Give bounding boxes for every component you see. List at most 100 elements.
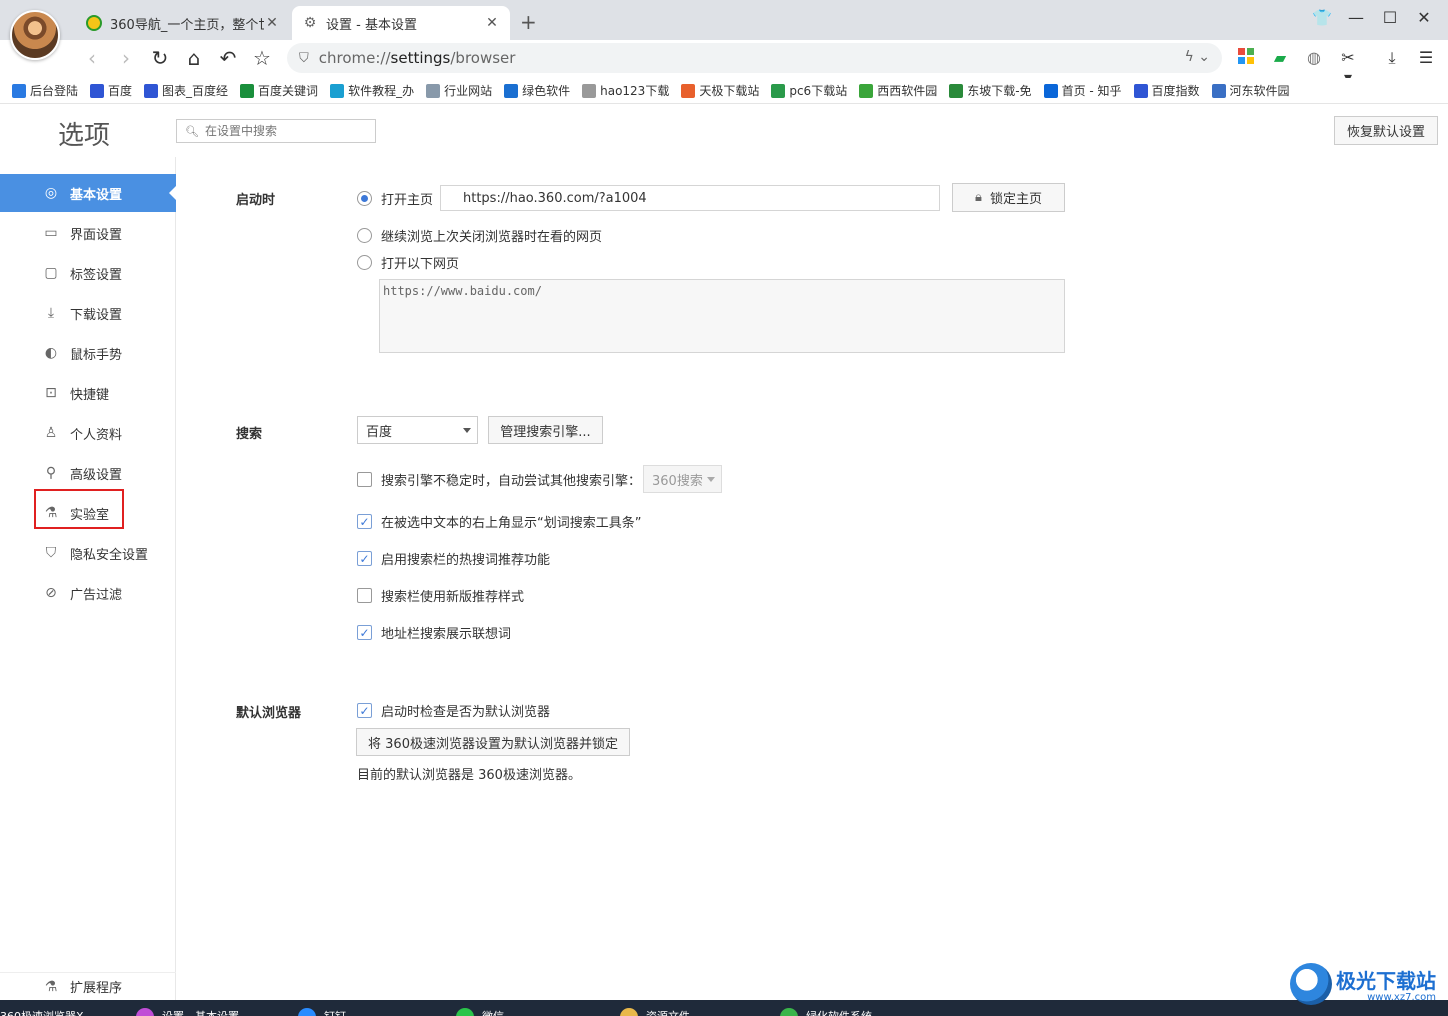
lock-home-label: 锁定主页 [989, 192, 1042, 207]
download-icon[interactable]: ⤓ [1382, 48, 1402, 68]
bookmark-label: 西西软件园 [877, 84, 938, 98]
taskbar-item[interactable]: 微信 [456, 1000, 614, 1016]
bookmark-label: 百度 [108, 84, 133, 98]
taskbar-item-label: 微信 [482, 1008, 504, 1016]
ui-icon: ▭ [44, 225, 58, 241]
bookmark-item[interactable]: 天极下载站 [681, 82, 759, 99]
bookmark-item[interactable]: 绿色软件 [504, 82, 570, 99]
sidebar-item-shortcuts[interactable]: ⊡ 快捷键 [0, 374, 176, 412]
bookmark-label: 河东软件园 [1229, 84, 1290, 98]
taskbar-item[interactable]: 360极速浏览器X [0, 1000, 130, 1016]
bookmark-item[interactable]: 首页 - 知乎 [1043, 82, 1122, 99]
sidebar-item-profile[interactable]: ♙ 个人资料 [0, 414, 176, 452]
window-close-button[interactable]: ✕ [1412, 8, 1436, 27]
sidebar-item-ad-filter[interactable]: ⊘ 广告过滤 [0, 574, 176, 612]
taskbar-item[interactable]: 设置 - 基本设置 [136, 1000, 292, 1016]
home-button[interactable]: ⌂ [180, 44, 208, 72]
settings-search[interactable]: 🔍︎ [176, 119, 376, 143]
bookmark-item[interactable]: pc6下载站 [771, 82, 847, 99]
chevron-down-icon [463, 428, 471, 433]
bookmark-item[interactable]: 后台登陆 [12, 82, 78, 99]
sidebar-item-ui[interactable]: ▭ 界面设置 [0, 214, 176, 252]
scissors-icon[interactable]: ✂▾ [1338, 48, 1358, 87]
sidebar-item-tabs[interactable]: ▢ 标签设置 [0, 254, 176, 292]
lightning-icon[interactable]: ϟ ⌄ [1185, 49, 1210, 65]
lock-home-button[interactable]: 🔒︎ 锁定主页 [952, 183, 1065, 212]
browser-toolbar: ‹ › ↻ ⌂ ↶ ☆ ⛉ chrome://settings/browser … [0, 40, 1448, 87]
manage-search-engines-button[interactable]: 管理搜索引擎... [488, 416, 603, 444]
search-option-checkbox[interactable]: ✓ 启用搜索栏的热搜词推荐功能 [357, 549, 550, 568]
apps-icon[interactable] [1236, 48, 1256, 68]
startup-pages-textarea[interactable]: https://www.baidu.com/ [379, 279, 1065, 353]
skin-icon[interactable]: 👕 [1310, 8, 1334, 27]
back-button[interactable]: ‹ [78, 44, 106, 72]
startup-continue-radio[interactable]: 继续浏览上次关闭浏览器时在看的网页 [357, 226, 602, 245]
bookmark-label: 首页 - 知乎 [1061, 84, 1122, 98]
sidebar-item-extensions[interactable]: ⚗ 扩展程序 [0, 972, 176, 1000]
privacy-icon: ⛉ [45, 545, 57, 561]
tab-settings[interactable]: ⚙ 设置 - 基本设置 ✕ [292, 6, 510, 40]
bookmark-item[interactable]: 百度指数 [1133, 82, 1200, 99]
forward-button[interactable]: › [112, 44, 140, 72]
bookmark-item[interactable]: 软件教程_办 [330, 82, 414, 99]
home-url-input[interactable]: https://hao.360.com/?a1004 [440, 185, 940, 211]
sidebar-item-label: 扩展程序 [70, 981, 123, 996]
taskbar-item-label: 资源文件 [646, 1008, 690, 1016]
sidebar-item-label: 隐私安全设置 [70, 547, 149, 563]
maximize-button[interactable]: ☐ [1378, 8, 1402, 27]
bookmark-item[interactable]: 东坡下载-免 [949, 82, 1032, 99]
search-option-checkbox[interactable]: 搜索栏使用新版推荐样式 [357, 586, 524, 605]
bookmark-label: hao123下载 [600, 84, 670, 98]
taskbar-item[interactable]: 资源文件 [620, 1000, 774, 1016]
bookmark-star-button[interactable]: ☆ [248, 44, 276, 72]
bookmark-item[interactable]: 百度 [90, 82, 132, 99]
address-bar[interactable]: ⛉ chrome://settings/browser ϟ ⌄ [287, 43, 1222, 73]
extension-icon[interactable]: ◍ [1304, 48, 1324, 68]
taskbar-item-label: 设置 - 基本设置 [162, 1008, 239, 1016]
reload-button[interactable]: ↻ [146, 44, 174, 72]
menu-icon[interactable]: ☰ [1416, 48, 1436, 68]
sidebar-item-basic[interactable]: ◎ 基本设置 [0, 174, 177, 212]
sidebar-item-download[interactable]: ⤓ 下载设置 [0, 294, 176, 332]
taskbar-item[interactable]: 钉钉 [298, 1000, 450, 1016]
startup-open-pages-radio[interactable]: 打开以下网页 [357, 253, 459, 272]
search-engine-value: 百度 [366, 424, 393, 440]
sidebar-item-privacy[interactable]: ⛉ 隐私安全设置 [0, 534, 176, 572]
tab-close-icon[interactable]: ✕ [484, 15, 500, 31]
tab-360-nav[interactable]: 360导航_一个主页，整个世界 ✕ [76, 6, 290, 40]
tab-close-icon[interactable]: ✕ [264, 15, 280, 31]
chat-icon[interactable]: ▰ [1270, 48, 1290, 68]
set-default-browser-button[interactable]: 将 360极速浏览器设置为默认浏览器并锁定 [356, 728, 630, 756]
bookmark-favicon-icon [12, 83, 26, 98]
bookmark-item[interactable]: hao123下载 [582, 82, 669, 99]
minimize-button[interactable]: — [1344, 8, 1368, 27]
reset-defaults-button[interactable]: 恢复默认设置 [1334, 116, 1438, 145]
taskbar-item-label: 钉钉 [324, 1008, 346, 1016]
search-option-checkbox[interactable]: ✓ 地址栏搜索展示联想词 [357, 623, 511, 642]
undo-close-button[interactable]: ↶ [214, 44, 242, 72]
search-engine-select[interactable]: 百度 [357, 416, 478, 444]
user-avatar[interactable] [10, 10, 60, 60]
check-default-browser-checkbox[interactable]: ✓ 启动时检查是否为默认浏览器 [357, 701, 550, 720]
startup-open-home-radio[interactable]: 打开主页 [357, 189, 433, 208]
bookmark-item[interactable]: 西西软件园 [859, 82, 937, 99]
fallback-engine-checkbox[interactable]: 搜索引擎不稳定时，自动尝试其他搜索引擎： [357, 470, 641, 489]
taskbar-app-icon [136, 1008, 154, 1016]
taskbar-item[interactable]: 绿化软件系统 [780, 1000, 940, 1016]
mouse-gesture-icon: ◐ [44, 345, 58, 361]
gear-icon: ⚙ [303, 15, 317, 31]
sidebar-item-mouse-gesture[interactable]: ◐ 鼠标手势 [0, 334, 176, 372]
checkbox-label: 在被选中文本的右上角显示“划词搜索工具条” [381, 516, 642, 531]
settings-search-input[interactable] [204, 124, 365, 138]
sidebar-item-advanced[interactable]: ⚲ 高级设置 [0, 454, 176, 492]
new-tab-button[interactable]: + [520, 10, 537, 34]
radio-label: 打开以下网页 [381, 257, 460, 272]
bookmark-favicon-icon [90, 83, 105, 98]
bookmark-item[interactable]: 百度关键词 [240, 82, 318, 99]
sidebar-item-lab[interactable]: ⚗ 实验室 [0, 494, 176, 532]
bookmark-item[interactable]: 河东软件园 [1211, 82, 1290, 99]
bookmark-item[interactable]: 图表_百度经 [144, 82, 228, 99]
search-option-checkbox[interactable]: ✓ 在被选中文本的右上角显示“划词搜索工具条” [357, 512, 641, 531]
fallback-engine-select[interactable]: 360搜索 [643, 465, 722, 493]
bookmark-item[interactable]: 行业网站 [426, 82, 492, 99]
